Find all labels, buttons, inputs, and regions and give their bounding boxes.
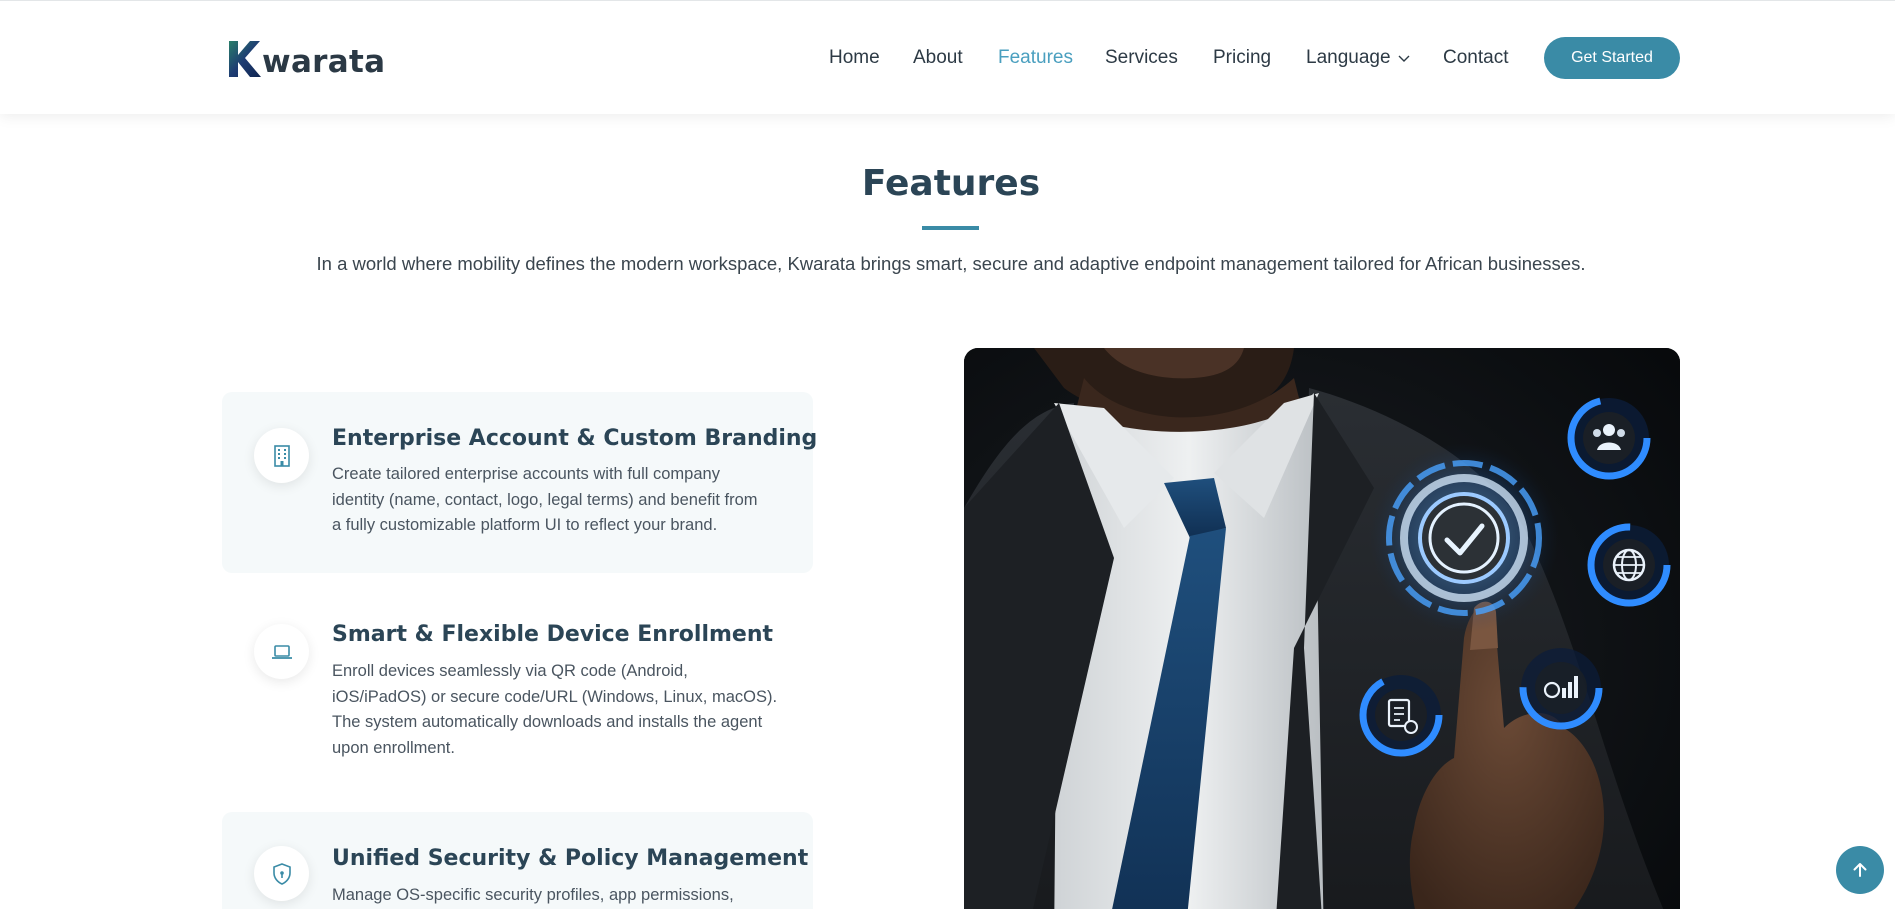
feature-description: Create tailored enterprise accounts with… bbox=[332, 462, 787, 539]
laptop-icon bbox=[271, 644, 292, 659]
feature-card-enrollment: Smart & Flexible Device Enrollment Enrol… bbox=[222, 590, 813, 790]
feature-description: Enroll devices seamlessly via QR code (A… bbox=[332, 659, 787, 761]
shield-icon bbox=[272, 862, 291, 885]
feature-icon-badge bbox=[254, 624, 309, 679]
get-started-button[interactable]: Get Started bbox=[1544, 37, 1680, 79]
feature-title: Smart & Flexible Device Enrollment bbox=[332, 622, 774, 647]
nav-features[interactable]: Features bbox=[998, 45, 1073, 71]
feature-title: Enterprise Account & Custom Branding bbox=[332, 426, 818, 451]
building-icon bbox=[273, 444, 290, 467]
feature-icon-badge bbox=[254, 428, 309, 483]
analytics-chart-icon bbox=[1519, 646, 1603, 730]
nav-contact[interactable]: Contact bbox=[1443, 45, 1508, 71]
businessman-touch-interface-illustration bbox=[964, 348, 1680, 909]
document-check-icon bbox=[1359, 673, 1443, 757]
title-underline bbox=[922, 226, 979, 230]
feature-title: Unified Security & Policy Management bbox=[332, 846, 809, 871]
feature-desc-line: iOS/iPadOS) or secure code/URL (Windows,… bbox=[332, 687, 778, 706]
nav-home[interactable]: Home bbox=[829, 45, 880, 71]
globe-icon bbox=[1587, 523, 1671, 607]
feature-desc-line: identity (name, contact, logo, legal ter… bbox=[332, 490, 758, 509]
scroll-to-top-button[interactable] bbox=[1836, 846, 1884, 894]
feature-description: Manage OS-specific security profiles, ap… bbox=[332, 883, 787, 909]
nav-pricing[interactable]: Pricing bbox=[1213, 45, 1271, 71]
feature-desc-line: Manage OS-specific security profiles, ap… bbox=[332, 886, 734, 904]
feature-desc-line: a fully customizable platform UI to refl… bbox=[332, 516, 718, 534]
users-icon bbox=[1567, 396, 1651, 480]
feature-icon-badge bbox=[254, 846, 309, 901]
nav-language-label: Language bbox=[1306, 47, 1391, 68]
nav-about[interactable]: About bbox=[913, 45, 963, 71]
feature-card-security: Unified Security & Policy Management Man… bbox=[222, 812, 813, 909]
features-hero-image bbox=[964, 348, 1680, 909]
section-intro: In a world where mobility defines the mo… bbox=[316, 253, 1586, 274]
site-header: warata Home About Features Services Pric… bbox=[0, 0, 1895, 114]
feature-card-branding: Enterprise Account & Custom Branding Cre… bbox=[222, 392, 817, 573]
arrow-up-icon bbox=[1853, 863, 1867, 877]
feature-desc-line: Create tailored enterprise accounts with… bbox=[332, 465, 720, 483]
section-title: Features bbox=[861, 163, 1041, 204]
feature-desc-line: The system automatically downloads and i… bbox=[332, 713, 763, 731]
nav-language-dropdown[interactable]: Language bbox=[1306, 45, 1411, 71]
feature-desc-line: upon enrollment. bbox=[332, 738, 455, 757]
nav-services[interactable]: Services bbox=[1105, 45, 1178, 71]
feature-desc-line: Enroll devices seamlessly via QR code (A… bbox=[332, 662, 688, 680]
chevron-down-icon bbox=[1398, 55, 1410, 62]
